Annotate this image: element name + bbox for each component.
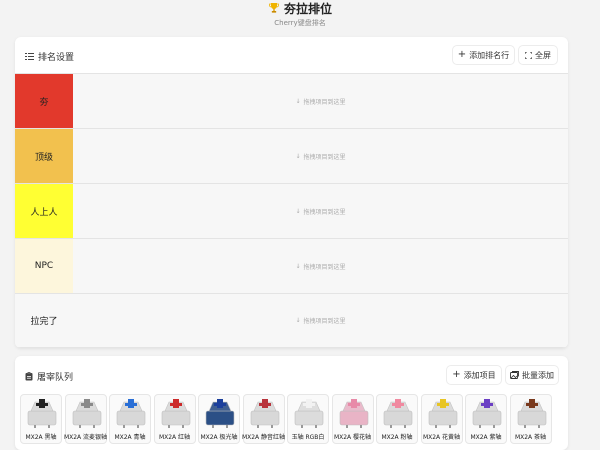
queue-item-name: MX2A 黑轴 [25,434,57,441]
drop-hint: 拖拽项目到这里 [303,263,346,271]
batch-add-button[interactable]: 批量添加 [506,366,558,384]
queue-item[interactable]: MX2A 流麦银轴 [63,394,108,444]
queue-item[interactable]: MX2A 黑轴 [20,394,62,444]
tier-row: 夯 ↓ 拖拽项目到这里 [15,73,568,128]
tier-label[interactable]: 拉完了 [15,294,73,347]
switch-image [27,399,57,428]
tier-panel: 排名设置 + 添加排名行 全屏 夯 ↓ 拖拽项目到这里 顶级 ↓ 拖拽项目到这里 [15,37,568,348]
tier-drop-zone[interactable]: ↓ 拖拽项目到这里 [73,294,568,347]
queue-item-name: MX2A 静音红轴 [241,434,286,441]
plus-icon: + [457,49,467,60]
tier-row: NPC ↓ 拖拽项目到这里 [15,238,568,293]
switch-image [72,399,101,428]
clipboard-icon [25,372,33,381]
queue-item-name: MX2A 流麦银轴 [63,434,108,441]
batch-add-label: 批量添加 [522,370,554,380]
switch-image [116,399,146,428]
switch-image [294,399,324,428]
tier-drop-zone[interactable]: ↓ 拖拽项目到这里 [73,129,568,183]
images-icon [510,371,519,379]
queue-panel-title: 屠宰队列 [25,370,73,383]
tier-row: 人上人 ↓ 拖拽项目到这里 [15,183,568,238]
drop-hint: 拖拽项目到这里 [303,208,346,216]
switch-image [339,399,368,428]
queue-item-name: MX2A 紫轴 [470,434,502,441]
queue-item[interactable]: MX2A 红轴 [153,394,196,444]
fullscreen-button[interactable]: 全屏 [519,46,557,64]
page-subtitle: Cherry键盘排名 [274,19,326,27]
fullscreen-icon [525,51,532,59]
switch-image [250,399,279,428]
arrow-down-icon: ↓ [295,207,301,215]
drop-hint: 拖拽项目到这里 [303,98,346,106]
queue-item[interactable]: MX2A 粉轴 [376,394,418,444]
tier-list: 夯 ↓ 拖拽项目到这里 顶级 ↓ 拖拽项目到这里 人上人 ↓ 拖拽项目到这里 N… [15,73,568,348]
queue-panel: 屠宰队列 + 添加项目 批量添加 MX2A 黑轴 MX2A 流麦银轴 MX2A 青轴… [15,356,568,450]
queue-item-name: MX2A 红轴 [158,434,191,441]
tier-label[interactable]: 夯 [15,74,73,128]
queue-item-name: 玉轴 RGB白 [291,434,325,441]
add-item-label: 添加项目 [463,370,496,380]
queue-item[interactable]: MX2A 茶轴 [509,394,552,444]
plus-icon: + [452,369,461,380]
tier-label[interactable]: 顶级 [15,129,73,183]
switch-image [205,399,235,428]
queue-item-name: MX2A 花黄轴 [422,434,461,441]
tier-label[interactable]: 人上人 [15,184,73,238]
tier-label[interactable]: NPC [15,239,73,293]
tier-panel-label: 排名设置 [38,53,75,63]
queue-item[interactable]: MX2A 樱花轴 [331,394,374,444]
drop-hint: 拖拽项目到这里 [303,153,346,161]
tier-drop-zone[interactable]: ↓ 拖拽项目到这里 [73,74,568,128]
add-item-button[interactable]: + 添加项目 [447,366,501,384]
fullscreen-label: 全屏 [535,50,551,60]
queue-item[interactable]: MX2A 极光轴 [198,394,240,444]
switch-image [383,399,413,428]
list-settings-icon [25,53,34,60]
add-row-label: 添加排名行 [469,50,510,60]
queue-item-name: MX2A 粉轴 [381,434,413,441]
queue-item[interactable]: MX2A 花黄轴 [420,394,463,444]
arrow-down-icon: ↓ [295,152,301,160]
queue-item-name: MX2A 茶轴 [514,434,547,441]
queue-item[interactable]: 玉轴 RGB白 [287,394,329,444]
tier-row: 拉完了 ↓ 拖拽项目到这里 [15,293,568,348]
switch-image [161,399,190,428]
switch-image [428,399,457,428]
queue-item-name: MX2A 极光轴 [200,434,238,441]
queue-items: MX2A 黑轴 MX2A 流麦银轴 MX2A 青轴 MX2A 红轴 MX2A 极光轴 MX… [20,394,568,450]
arrow-down-icon: ↓ [295,97,301,105]
add-row-button[interactable]: + 添加排名行 [453,46,514,64]
trophy-icon [269,3,279,13]
tier-drop-zone[interactable]: ↓ 拖拽项目到这里 [73,184,568,238]
arrow-down-icon: ↓ [295,317,301,324]
arrow-down-icon: ↓ [295,262,301,270]
switch-image [472,399,502,428]
queue-label: 屠宰队列 [37,373,74,383]
tier-drop-zone[interactable]: ↓ 拖拽项目到这里 [73,239,568,293]
page-header: 夯拉排位 Cherry键盘排名 [0,0,600,36]
queue-item[interactable]: MX2A 青轴 [109,394,151,444]
queue-item-name: MX2A 樱花轴 [333,434,372,441]
tier-panel-header: 排名设置 + 添加排名行 全屏 [15,37,568,73]
drop-hint: 拖拽项目到这里 [303,318,346,325]
page-title: 夯拉排位 [283,1,332,16]
queue-item-name: MX2A 青轴 [114,434,146,441]
title-row: 夯拉排位 [0,0,600,16]
switch-image [517,399,546,428]
tier-row: 顶级 ↓ 拖拽项目到这里 [15,128,568,183]
tier-panel-title: 排名设置 [25,50,74,63]
queue-item[interactable]: MX2A 静音红轴 [241,394,286,444]
queue-item[interactable]: MX2A 紫轴 [465,394,507,444]
